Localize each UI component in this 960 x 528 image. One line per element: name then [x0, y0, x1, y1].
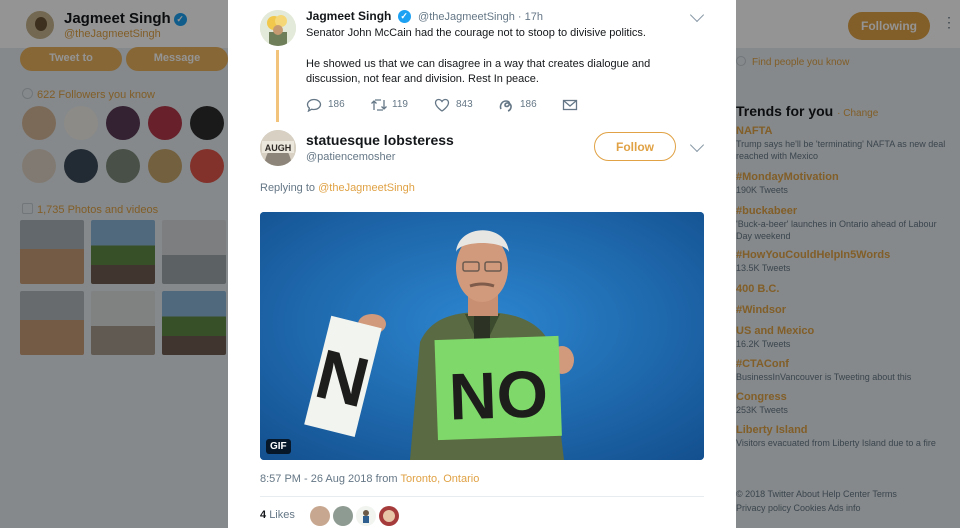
parent-tweet-text-2: He showed us that we can disagree in a w… — [306, 58, 651, 85]
liker-avatar[interactable] — [310, 506, 330, 526]
heart-icon — [434, 98, 450, 112]
reply-author-name[interactable]: statuesque lobsteress — [306, 132, 454, 148]
right-sign-text: NO — [448, 356, 550, 433]
parent-tweet-actions: 186 119 843 186 — [306, 97, 606, 113]
like-count: 843 — [456, 99, 473, 110]
thread-connector-line — [276, 50, 279, 122]
follow-button[interactable]: Follow — [594, 132, 676, 161]
parent-author-avatar[interactable] — [260, 10, 296, 46]
stats-count: 186 — [520, 99, 537, 110]
parent-author-handle[interactable]: @theJagmeetSingh · 17h — [418, 11, 543, 23]
liker-avatar[interactable] — [356, 506, 376, 526]
reply-author-handle[interactable]: @patiencemosher — [306, 151, 395, 163]
gif-image: N NO — [260, 212, 704, 460]
reply-author-avatar[interactable]: AUGH — [260, 130, 296, 166]
gif-badge: GIF — [266, 439, 291, 454]
parent-avatar-image — [260, 10, 296, 46]
chevron-down-icon[interactable] — [689, 137, 705, 153]
reply-avatar-image: AUGH — [260, 130, 296, 166]
replying-to-line: Replying to @theJagmeetSingh — [260, 182, 415, 194]
liker-avatar[interactable] — [333, 506, 353, 526]
retweet-icon — [371, 99, 387, 111]
replying-to-link[interactable]: @theJagmeetSingh — [318, 182, 415, 194]
envelope-icon — [562, 99, 578, 111]
likes-label: Likes — [269, 509, 295, 521]
swirl-icon — [499, 100, 512, 112]
chevron-down-icon[interactable] — [689, 7, 705, 23]
gif-media[interactable]: N NO GIF — [260, 212, 704, 460]
liker-avatar-image — [383, 510, 395, 522]
liker-avatar[interactable] — [379, 506, 399, 526]
tweet-modal: Jagmeet Singh ✓ @theJagmeetSingh · 17h S… — [228, 0, 736, 528]
tweet-location-link[interactable]: Toronto, Ontario — [400, 473, 479, 485]
reply-icon — [306, 98, 322, 112]
divider — [260, 496, 704, 497]
parent-tweet-text-1: Senator John McCain had the courage not … — [306, 27, 646, 39]
tweet-timestamp: 8:57 PM - 26 Aug 2018 from — [260, 473, 398, 485]
parent-author-row: Jagmeet Singh ✓ @theJagmeetSingh · 17h — [306, 9, 543, 23]
reply-count: 186 — [328, 99, 345, 110]
retweet-count: 119 — [392, 99, 408, 110]
likes-count: 4 — [260, 509, 267, 521]
parent-author-name[interactable]: Jagmeet Singh — [306, 9, 391, 23]
tweet-timestamp-row: 8:57 PM - 26 Aug 2018 from Toronto, Onta… — [260, 473, 479, 485]
avatar-sign-text: AUGH — [265, 143, 292, 153]
replying-to-label: Replying to — [260, 182, 316, 194]
verified-icon: ✓ — [397, 10, 411, 23]
liker-avatar-image — [363, 510, 369, 523]
likes-summary[interactable]: 4 Likes — [260, 509, 295, 521]
